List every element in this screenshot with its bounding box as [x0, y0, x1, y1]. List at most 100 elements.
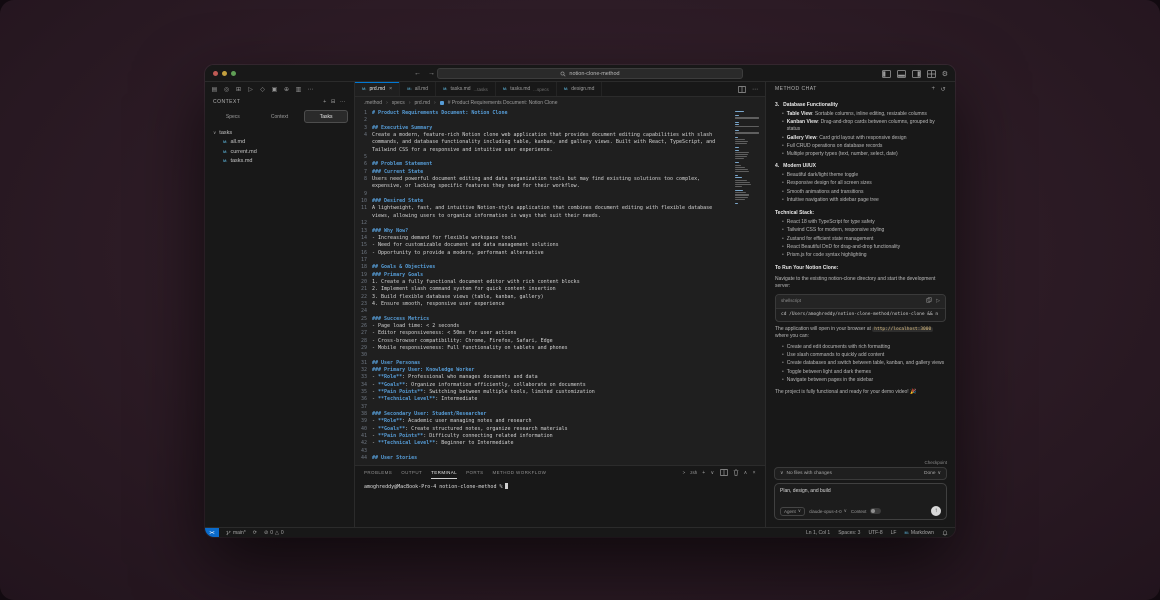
editor-line: 3 ## Executive Summary — [355, 125, 732, 132]
titlebar[interactable]: ← → notion-clone-method ⚙ — [205, 65, 955, 82]
file-tree[interactable]: ∨ tasks M↓ all.md M↓ current.md M↓ tasks.md — [205, 127, 354, 167]
toggle-panel-icon[interactable] — [896, 69, 906, 78]
send-button[interactable]: ↑ — [931, 506, 941, 516]
forward-icon[interactable]: → — [428, 70, 435, 77]
minimap-line — [735, 168, 748, 170]
encoding-status[interactable]: UTF-8 — [868, 530, 882, 536]
editor-tab[interactable]: M↓ design.md — [557, 82, 603, 96]
sidebar: ▤ ◎ ⊞ ▷ ◇ ▣ ⊕ ▥ ⋯ CONTEXT + ⊟ ⋯ Specs Context Task… — [205, 82, 355, 527]
sidebar-tab-tasks[interactable]: Tasks — [304, 110, 349, 123]
line-number: 38 — [360, 411, 367, 418]
toggle-secondary-sidebar-icon[interactable] — [911, 69, 921, 78]
chat-content[interactable]: 3. Database Functionality • Table View: Sor… — [766, 96, 955, 459]
done-button[interactable]: Done ∨ — [924, 471, 941, 476]
model-selector[interactable]: claude-opus-4-0 ∨ — [809, 508, 847, 514]
remote-indicator[interactable]: >< — [205, 528, 219, 537]
line-text: 4. Ensure smooth, responsive user experi… — [372, 301, 732, 308]
sidebar-toolbar-icon[interactable]: ▤ — [210, 86, 219, 93]
editor-tab[interactable]: M↓ prd.md × — [355, 82, 401, 96]
settings-gear-icon[interactable]: ⚙ — [942, 70, 948, 78]
sidebar-toolbar-icon[interactable]: ⊞ — [234, 86, 243, 93]
markdown-icon: M↓ — [904, 530, 909, 535]
tree-file[interactable]: M↓ current.md — [205, 147, 354, 157]
new-chat-icon[interactable]: + — [931, 86, 935, 93]
breadcrumb-item[interactable]: # Product Requirements Document: Notion … — [448, 100, 558, 106]
sidebar-toolbar-icon[interactable]: ◇ — [258, 86, 267, 93]
add-icon[interactable]: + — [323, 99, 327, 105]
chevron-down-icon[interactable]: ∨ — [711, 470, 715, 476]
split-terminal-icon[interactable] — [719, 469, 728, 476]
sidebar-toolbar-icon[interactable]: ⊕ — [282, 86, 291, 93]
language-mode-status[interactable]: M↓ Markdown — [904, 530, 934, 536]
sidebar-toolbar-icon[interactable]: ▷ — [246, 86, 255, 93]
sidebar-toolbar-icon[interactable]: ◎ — [222, 86, 231, 93]
indentation-status[interactable]: Spaces: 3 — [838, 530, 860, 536]
panel-tab-method-workflow[interactable]: METHOD WORKFLOW — [493, 466, 547, 479]
panel-tab-output[interactable]: OUTPUT — [401, 466, 422, 479]
line-number: 18 — [360, 264, 367, 271]
minimap-line — [735, 115, 740, 117]
tree-file[interactable]: M↓ all.md — [205, 138, 354, 148]
more-actions-icon[interactable]: ⋯ — [752, 86, 758, 93]
sidebar-tab-specs[interactable]: Specs — [211, 110, 255, 123]
split-editor-icon[interactable] — [738, 85, 746, 93]
breadcrumb-item[interactable]: .method — [364, 100, 382, 106]
copy-icon[interactable] — [926, 297, 932, 306]
minimap-line — [735, 183, 751, 185]
changed-files-box[interactable]: ∨ No files with changes Done ∨ — [774, 467, 947, 480]
tree-file[interactable]: M↓ tasks.md — [205, 157, 354, 167]
editor[interactable]: 1 # Product Requirements Document: Notion… — [355, 108, 765, 465]
editor-tab[interactable]: M↓ all.md — [400, 82, 437, 96]
history-icon[interactable]: ↺ — [940, 86, 946, 93]
command-center-search[interactable]: notion-clone-method — [437, 68, 743, 79]
sidebar-tab-context[interactable]: Context — [258, 110, 302, 123]
context-toggle[interactable] — [870, 508, 882, 514]
close-window-button[interactable] — [213, 70, 218, 76]
chat-composer[interactable]: Plan, design, and build Agent ∨ claude-o… — [774, 483, 947, 520]
back-icon[interactable]: ← — [414, 70, 421, 77]
breadcrumb-item[interactable]: prd.md — [414, 100, 430, 106]
code-token: A lightweight, fast, and intuitive Notio… — [372, 205, 716, 219]
terminal[interactable]: amoghreddy@MacBook-Pro-4 notion-clone-me… — [355, 479, 765, 527]
run-icon[interactable]: ▷ — [936, 298, 940, 305]
sync-status[interactable]: ⟳ — [253, 530, 257, 536]
minimap[interactable] — [735, 111, 761, 205]
notifications-bell-icon[interactable] — [942, 530, 948, 536]
branch-icon — [226, 530, 231, 535]
minimize-window-button[interactable] — [222, 70, 227, 76]
tree-folder[interactable]: ∨ tasks — [205, 128, 354, 138]
maximize-window-button[interactable] — [231, 70, 236, 76]
customize-layout-icon[interactable] — [926, 69, 936, 78]
panel-tab-terminal[interactable]: TERMINAL — [431, 466, 458, 479]
panel-tab-problems[interactable]: PROBLEMS — [364, 466, 392, 479]
editor-line: 32 ### Primary User: Knowledge Worker — [355, 367, 732, 374]
problems-status[interactable]: ⊘ 0 △ 0 — [264, 530, 284, 536]
close-panel-icon[interactable]: × — [753, 470, 756, 476]
git-branch-status[interactable]: main* — [226, 530, 246, 536]
tab-label: tasks.md — [510, 86, 531, 92]
sidebar-toolbar-icon[interactable]: ⋯ — [306, 86, 315, 93]
editor-tabs-bar: M↓ prd.md × M↓ all.md M↓ tasks.md ...tasks M↓ tas… — [355, 82, 765, 97]
maximize-panel-icon[interactable]: ∧ — [744, 470, 748, 476]
breadcrumb-item[interactable]: specs — [392, 100, 405, 106]
editor-tab[interactable]: M↓ tasks.md ...specs — [496, 82, 557, 96]
editor-tab[interactable]: M↓ tasks.md ...tasks — [436, 82, 496, 96]
toggle-primary-sidebar-icon[interactable] — [881, 69, 891, 78]
sidebar-toolbar-icon[interactable]: ▥ — [294, 86, 303, 93]
cursor-position-status[interactable]: Ln 1, Col 1 — [806, 530, 830, 536]
chat-input[interactable]: Plan, design, and build — [780, 488, 941, 506]
minimap-line — [735, 125, 759, 128]
bullet-text: Responsive design for all screen sizes — [786, 180, 872, 187]
shell-label[interactable]: zsh — [690, 470, 697, 475]
eol-status[interactable]: LF — [891, 530, 897, 536]
sidebar-toolbar-icon[interactable]: ▣ — [270, 86, 279, 93]
close-icon[interactable]: × — [389, 86, 392, 92]
more-actions-icon[interactable]: ⋯ — [340, 99, 346, 105]
agent-mode-selector[interactable]: Agent ∨ — [780, 506, 806, 516]
new-terminal-icon[interactable]: + — [702, 470, 705, 476]
collapse-all-icon[interactable]: ⊟ — [331, 99, 336, 105]
line-text: ## User Stories — [372, 455, 732, 462]
panel-tab-ports[interactable]: PORTS — [466, 466, 483, 479]
minimap-line — [735, 140, 749, 143]
trash-icon[interactable] — [733, 469, 739, 476]
